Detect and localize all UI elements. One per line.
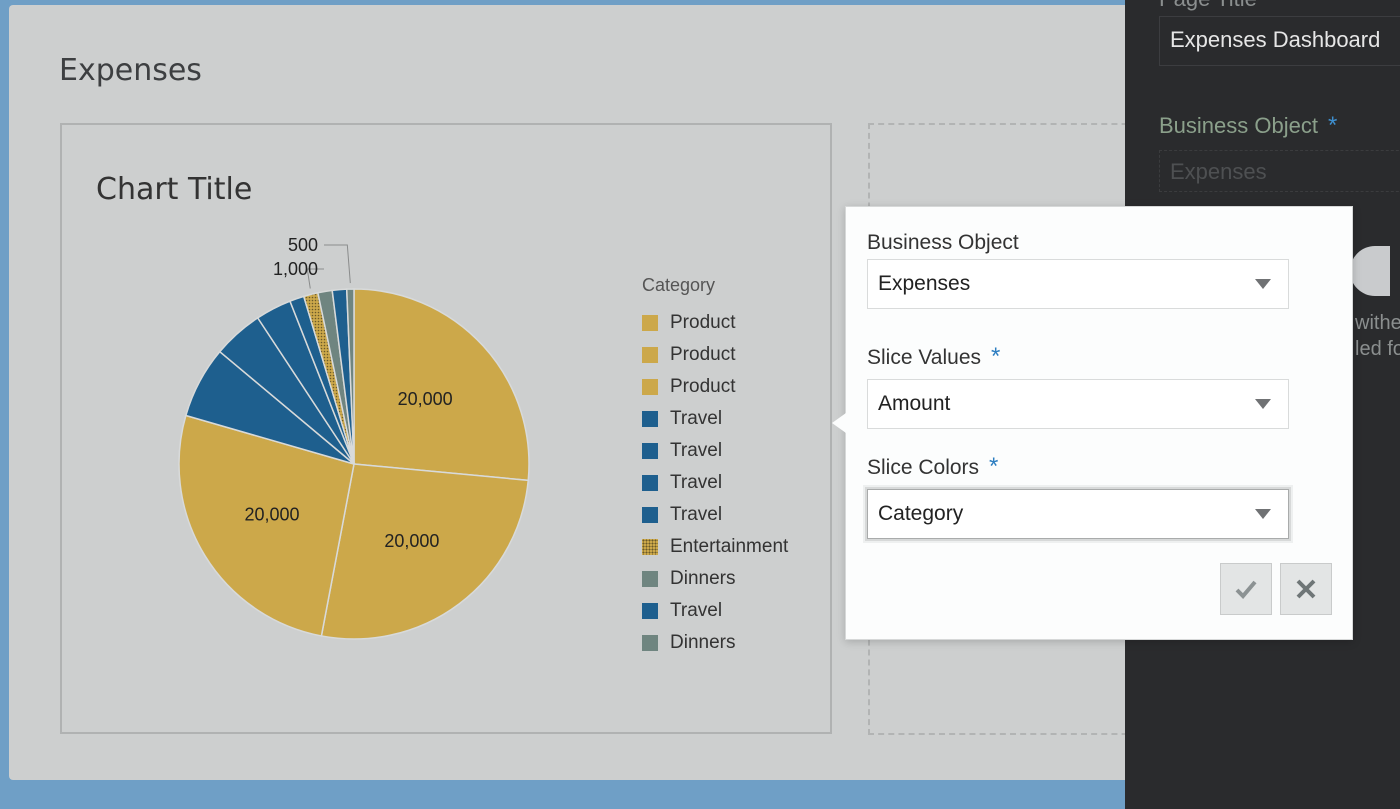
page-title-input[interactable]: Expenses Dashboard <box>1159 16 1400 66</box>
legend-label: Product <box>670 344 736 365</box>
legend-swatch <box>642 443 658 459</box>
pie-slice-product[interactable] <box>353 288 530 482</box>
legend-swatch <box>642 635 658 651</box>
confirm-button[interactable] <box>1220 563 1272 615</box>
helper-text-line-1: withe <box>1355 312 1400 334</box>
slice-colors-label-text: Slice Colors <box>867 456 980 479</box>
business-object-field-label: Business Object <box>867 231 1019 254</box>
required-marker: * <box>989 453 999 480</box>
check-icon <box>1235 580 1257 599</box>
callout-leader-line <box>324 244 351 284</box>
legend-swatch <box>642 507 658 523</box>
toggle-switch[interactable] <box>1350 246 1390 296</box>
popup-pointer <box>832 413 846 433</box>
slice-values-field-label: Slice Values * <box>867 343 1000 371</box>
legend-item[interactable]: Travel <box>642 499 788 531</box>
slice-value-label: 20,000 <box>398 389 453 409</box>
chart-legend: Category Product Product Product Travel Trav… <box>642 275 788 659</box>
slice-value-label: 20,000 <box>384 531 439 551</box>
slice-callout-label: 1,000 <box>273 259 318 279</box>
required-marker: * <box>991 343 1001 370</box>
legend-label: Dinners <box>670 568 736 589</box>
pie-slice-product[interactable] <box>320 463 530 640</box>
business-object-select-value: Expenses <box>878 272 971 295</box>
legend-label: Travel <box>670 504 723 525</box>
business-object-label-text: Business Object <box>1159 113 1318 138</box>
business-object-field[interactable]: Expenses <box>1159 150 1400 192</box>
legend-label: Entertainment <box>670 536 789 557</box>
legend-label: Dinners <box>670 632 736 653</box>
legend-label: Travel <box>670 440 723 461</box>
cancel-button[interactable] <box>1280 563 1332 615</box>
slice-callout-label: 500 <box>288 235 318 255</box>
business-object-select[interactable]: Expenses <box>867 259 1289 309</box>
slice-colors-field-label: Slice Colors * <box>867 453 998 481</box>
business-object-label: Business Object * <box>1159 112 1337 140</box>
legend-swatch <box>642 571 658 587</box>
slice-values-select-value: Amount <box>878 392 951 415</box>
legend-label: Travel <box>670 472 723 493</box>
page-title-label: Page Title <box>1159 0 1257 12</box>
chevron-down-icon <box>1255 509 1271 519</box>
slice-values-select[interactable]: Amount <box>867 379 1289 429</box>
legend-title: Category <box>642 275 716 295</box>
legend-label: Travel <box>670 408 723 429</box>
legend-swatch <box>642 539 658 555</box>
legend-swatch <box>642 603 658 619</box>
legend-item[interactable]: Dinners <box>642 627 788 659</box>
legend-item[interactable]: Travel <box>642 403 788 435</box>
legend-item[interactable]: Product <box>642 307 788 339</box>
legend-item[interactable]: Travel <box>642 467 788 499</box>
legend-swatch <box>642 315 658 331</box>
legend-item[interactable]: Dinners <box>642 563 788 595</box>
slice-values-label-text: Slice Values <box>867 346 982 369</box>
legend-swatch <box>642 475 658 491</box>
close-icon <box>1296 579 1316 599</box>
chevron-down-icon <box>1255 399 1271 409</box>
legend-item[interactable]: Travel <box>642 595 788 627</box>
required-marker: * <box>1327 112 1338 139</box>
legend-label: Travel <box>670 600 723 621</box>
slice-value-label: 20,000 <box>244 504 299 524</box>
slice-colors-select-value: Category <box>878 502 964 525</box>
legend-item[interactable]: Travel <box>642 435 788 467</box>
helper-text-line-2: led fo <box>1355 338 1400 360</box>
legend-item[interactable]: Product <box>642 339 788 371</box>
page-title: Expenses <box>59 53 202 88</box>
chart-data-popup: Business Object Expenses Slice Values * A… <box>832 206 1353 640</box>
legend-label: Product <box>670 312 736 333</box>
legend-label: Product <box>670 376 736 397</box>
chevron-down-icon <box>1255 279 1271 289</box>
legend-item[interactable]: Entertainment <box>642 531 788 563</box>
legend-item[interactable]: Product <box>642 371 788 403</box>
legend-swatch <box>642 347 658 363</box>
legend-swatch <box>642 411 658 427</box>
slice-colors-select[interactable]: Category <box>867 489 1289 539</box>
pie-chart-card[interactable]: Chart Title 20,000 20,000 20,000 1,000 500 C… <box>60 123 832 734</box>
legend-swatch <box>642 379 658 395</box>
